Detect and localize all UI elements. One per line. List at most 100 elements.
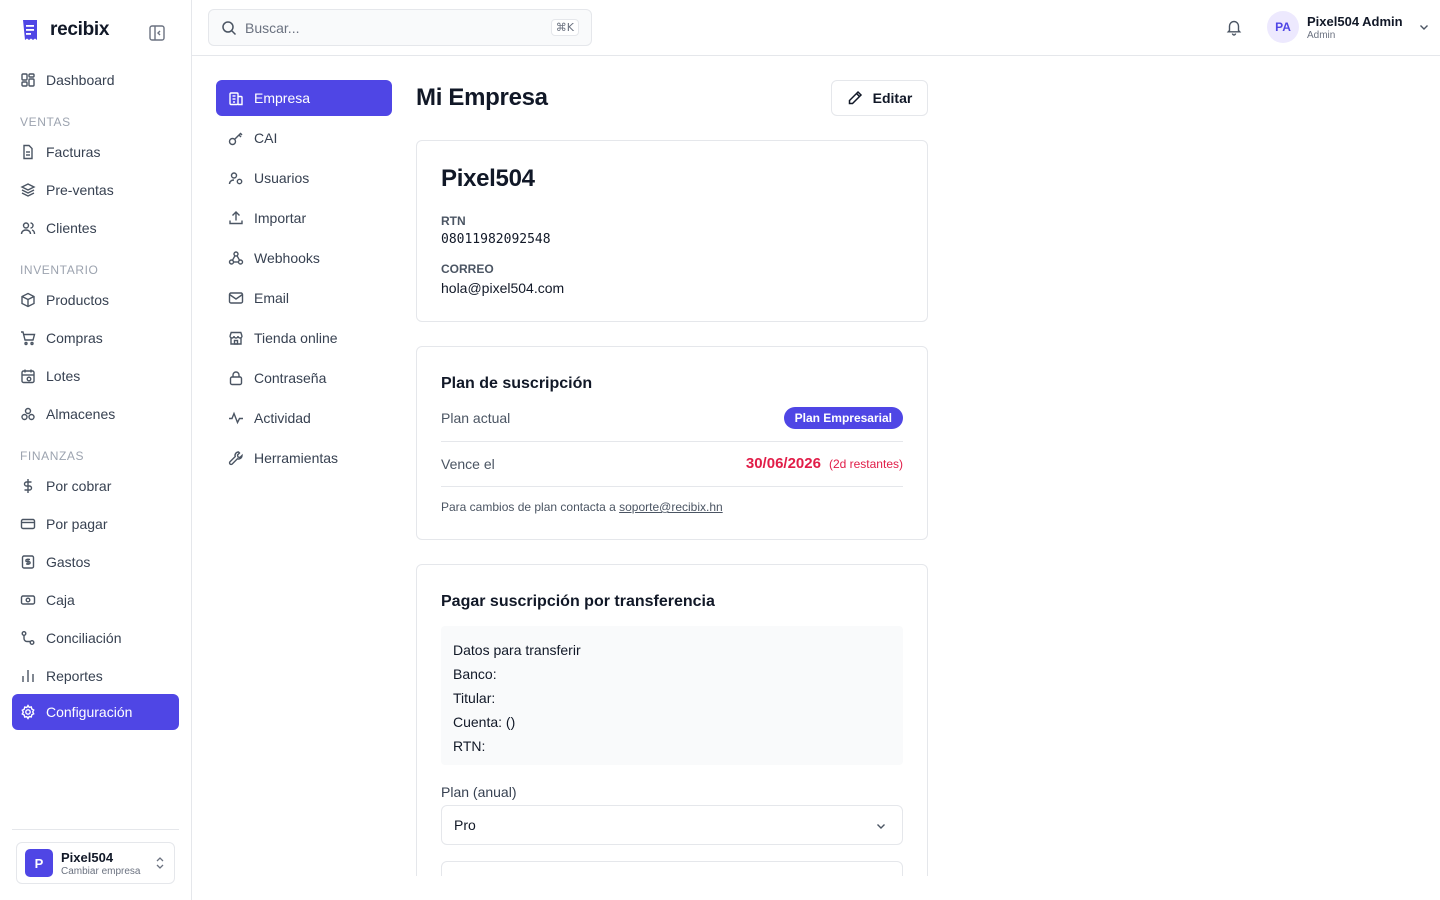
dollar-icon [23, 479, 33, 493]
bar-chart-icon [22, 670, 34, 682]
settings-tab-email[interactable]: Email [216, 280, 392, 316]
expires-label: Vence el [441, 456, 495, 472]
receipt-icon [21, 555, 35, 569]
transfer-card: Pagar suscripción por transferencia Dato… [416, 564, 928, 900]
cash-icon [20, 595, 36, 605]
pencil-icon [848, 90, 862, 105]
settings-tab-label: Usuarios [254, 170, 310, 186]
settings-tab-contrasena[interactable]: Contraseña [216, 360, 392, 396]
sidebar-item-label: Dashboard [46, 72, 115, 88]
dashboard-icon [21, 73, 35, 87]
sidebar-item-por-cobrar[interactable]: Por cobrar [12, 468, 179, 504]
wrench-icon [228, 451, 243, 466]
sidebar-item-caja[interactable]: Caja [12, 582, 179, 618]
webhook-icon [228, 251, 244, 265]
panel-left-icon [149, 25, 165, 41]
plan-change-note-text: Para cambios de plan contacta a [441, 500, 620, 514]
sidebar-item-conciliacion[interactable]: Conciliación [12, 620, 179, 656]
search-input[interactable] [245, 19, 535, 36]
sidebar-item-gastos[interactable]: Gastos [12, 544, 179, 580]
sidebar-item-label: Por pagar [46, 516, 108, 532]
plan-change-note: Para cambios de plan contacta a soporte@… [441, 500, 723, 514]
gear-icon [21, 704, 35, 720]
notifications-button[interactable] [1225, 18, 1243, 41]
document-icon [23, 144, 33, 160]
sidebar-item-por-pagar[interactable]: Por pagar [12, 506, 179, 542]
sidebar-item-lotes[interactable]: Lotes [12, 358, 179, 394]
sidebar-item-label: Conciliación [46, 630, 122, 646]
holder-line: Titular: [453, 690, 496, 706]
divider [441, 486, 903, 487]
settings-tab-label: Herramientas [254, 450, 339, 466]
sidebar-item-label: Productos [46, 292, 110, 308]
settings-tab-empresa[interactable]: Empresa [216, 80, 392, 116]
mail-icon [228, 292, 244, 304]
expiry-remaining: (2d restantes) [828, 457, 903, 471]
sidebar-item-label: Gastos [46, 554, 91, 570]
settings-tab-webhooks[interactable]: Webhooks [216, 240, 392, 276]
sidebar-item-productos[interactable]: Productos [12, 282, 179, 318]
transfer-title: Pagar suscripción por transferencia [441, 593, 715, 610]
support-email-link[interactable]: soporte@recibix.hn [619, 500, 723, 514]
brand[interactable]: recibix [20, 18, 109, 42]
sidebar-item-clientes[interactable]: Clientes [12, 210, 179, 246]
brand-name: recibix [50, 19, 110, 40]
company-name: Pixel504 [61, 849, 114, 865]
sidebar-item-pre-ventas[interactable]: Pre-ventas [12, 172, 179, 208]
settings-tab-herramientas[interactable]: Herramientas [216, 440, 392, 476]
email-value: hola@pixel504.com [441, 280, 565, 296]
section-ventas: VENTAS [20, 115, 71, 129]
search-icon [222, 20, 237, 35]
topbar: ⌘K PA Pixel504 Admin Admin [192, 0, 1440, 56]
page-title: Mi Empresa [416, 84, 548, 111]
settings-tab-actividad[interactable]: Actividad [216, 400, 392, 436]
edit-button[interactable]: Editar [831, 80, 928, 116]
sidebar-item-configuracion[interactable]: Configuración [12, 694, 179, 730]
user-name: Pixel504 Admin [1307, 13, 1403, 29]
activity-icon [229, 411, 243, 425]
sidebar-item-almacenes[interactable]: Almacenes [12, 396, 179, 432]
search-box[interactable]: ⌘K [208, 9, 592, 46]
sidebar-item-label: Reportes [46, 668, 103, 684]
sidebar-item-dashboard[interactable]: Dashboard [12, 62, 179, 98]
plan-select-label: Plan (anual) [441, 784, 517, 800]
section-inventario: INVENTARIO [20, 263, 99, 277]
sidebar-item-compras[interactable]: Compras [12, 320, 179, 356]
company-card: Pixel504 RTN 08011982092548 CORREO hola@… [416, 140, 928, 322]
company-switch-label: Cambiar empresa [61, 865, 141, 877]
sidebar-item-facturas[interactable]: Facturas [12, 134, 179, 170]
search-shortcut-hint: ⌘K [550, 19, 579, 36]
user-menu[interactable]: PA Pixel504 Admin Admin [1267, 11, 1431, 43]
company-switcher[interactable]: P Pixel504 Cambiar empresa [16, 842, 175, 884]
settings-tab-cai[interactable]: CAI [216, 120, 392, 156]
settings-tab-label: Importar [254, 210, 307, 226]
transfer-details-title: Datos para transferir [453, 642, 581, 658]
settings-tab-tienda-online[interactable]: Tienda online [216, 320, 392, 356]
settings-tab-usuarios[interactable]: Usuarios [216, 160, 392, 196]
building-icon [229, 92, 243, 106]
sidebar: recibix Dashboard VENTAS Facturas Pre-ve… [0, 0, 192, 900]
sidebar-item-label: Facturas [46, 144, 101, 160]
sidebar-item-label: Pre-ventas [46, 182, 114, 198]
settings-tab-label: Tienda online [254, 330, 338, 346]
collapse-sidebar-button[interactable] [148, 24, 166, 42]
sidebar-item-label: Lotes [46, 368, 81, 384]
sidebar-item-label: Configuración [46, 704, 133, 720]
plan-select[interactable]: Pro [441, 805, 903, 845]
current-plan-label: Plan actual [441, 410, 511, 426]
settings-tab-importar[interactable]: Importar [216, 200, 392, 236]
rtn-value: 08011982092548 [441, 232, 551, 247]
layers-icon [20, 183, 36, 197]
sidebar-item-label: Compras [46, 330, 103, 346]
sidebar-item-label: Clientes [46, 220, 97, 236]
bank-line: Banco: [453, 666, 497, 682]
current-plan-badge: Plan Empresarial [783, 407, 903, 429]
users-icon [20, 222, 36, 235]
expiry-date: 30/06/2026 [745, 455, 821, 472]
viewport-bottom-mask [192, 876, 1440, 900]
plan-select-value: Pro [454, 817, 476, 833]
email-label: CORREO [441, 262, 494, 276]
settings-tab-label: CAI [254, 130, 278, 146]
transfer-rtn-line: RTN: [453, 738, 486, 754]
sidebar-item-reportes[interactable]: Reportes [12, 658, 179, 694]
